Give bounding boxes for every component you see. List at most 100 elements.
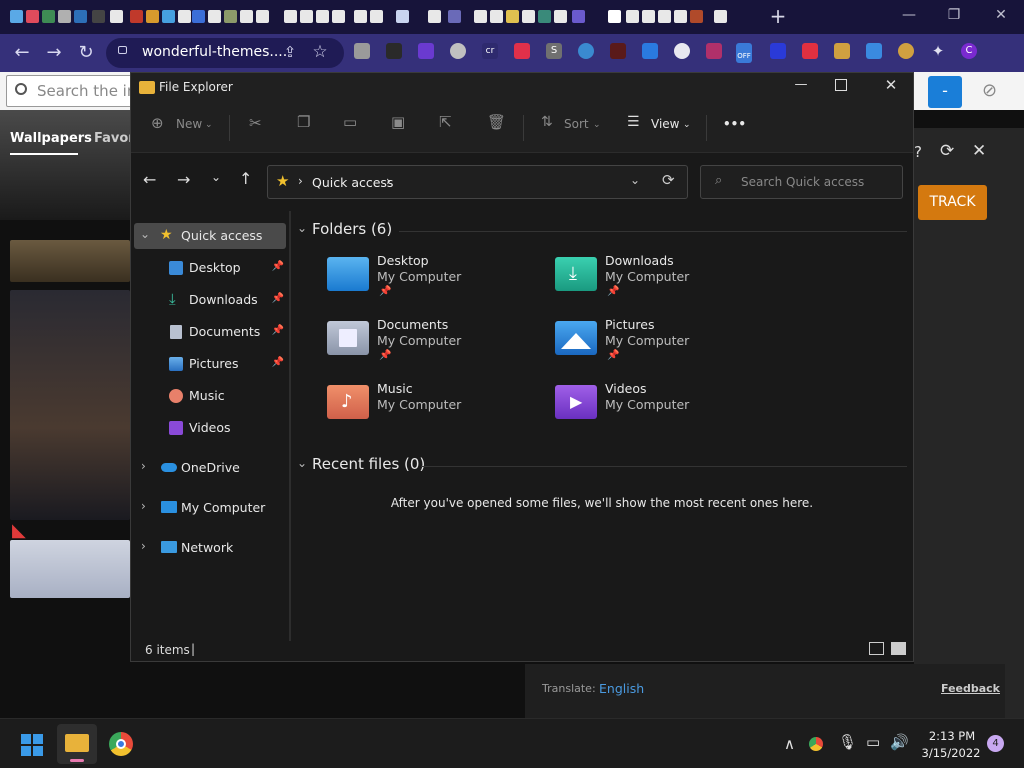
extension-icon-16[interactable]: [834, 43, 850, 59]
tab-favicon-27[interactable]: [490, 10, 503, 23]
folder-documents[interactable]: Documents My Computer 📌: [327, 317, 537, 369]
tab-favicon-24[interactable]: [428, 10, 441, 23]
volume-icon[interactable]: 🔊: [890, 733, 909, 751]
extension-icon-6[interactable]: [514, 43, 530, 59]
sort-chevron-icon[interactable]: ⌄: [593, 120, 601, 130]
nav-item-downloads[interactable]: ⤓ Downloads 📌: [131, 287, 289, 313]
tab-favicon-25[interactable]: [448, 10, 461, 23]
feedback-link[interactable]: Feedback: [941, 682, 1000, 695]
notification-badge[interactable]: 4: [987, 735, 1004, 752]
tab-favicon-12[interactable]: [192, 10, 205, 23]
bookmark-star-icon[interactable]: ☆: [306, 39, 334, 67]
view-icon[interactable]: ☰: [627, 114, 640, 130]
rename-icon[interactable]: ▣: [391, 113, 405, 131]
explorer-forward-icon[interactable]: →: [177, 170, 190, 189]
wallpaper-thumb-3[interactable]: [10, 540, 130, 598]
address-dropdown-icon[interactable]: ⌄: [630, 173, 640, 187]
extension-icon-9[interactable]: [610, 43, 626, 59]
tab-favicon-37[interactable]: [674, 10, 687, 23]
tab-favicon-22[interactable]: [370, 10, 383, 23]
extension-off-icon[interactable]: OFF: [736, 43, 752, 63]
nav-item-desktop[interactable]: Desktop 📌: [131, 255, 289, 281]
lock-icon[interactable]: [118, 46, 127, 54]
copy-icon[interactable]: ❐: [297, 113, 310, 131]
extensions-puzzle-icon[interactable]: ✦: [930, 43, 946, 59]
tab-favicon-21[interactable]: [354, 10, 367, 23]
tab-favicon-1[interactable]: [10, 10, 23, 23]
new-chevron-icon[interactable]: ⌄: [205, 120, 213, 130]
tab-favicon-8[interactable]: [130, 10, 143, 23]
pin-icon[interactable]: 📌: [272, 325, 284, 336]
reload-icon[interactable]: ↻: [72, 39, 100, 67]
tab-favicon-38[interactable]: [690, 10, 703, 23]
new-tab-button[interactable]: +: [768, 5, 788, 29]
sort-button[interactable]: Sort: [564, 117, 589, 131]
folder-downloads[interactable]: ⤓ Downloads My Computer 📌: [555, 253, 765, 305]
tab-favicon-6[interactable]: [92, 10, 105, 23]
nav-item-onedrive[interactable]: › OneDrive: [131, 455, 289, 481]
translate-language-link[interactable]: English: [599, 681, 644, 696]
minimize-button[interactable]: —: [897, 4, 921, 26]
more-options-button[interactable]: •••: [723, 117, 746, 131]
profile-avatar[interactable]: C: [961, 43, 977, 59]
share-file-icon[interactable]: ⇱: [439, 113, 452, 131]
pin-icon[interactable]: 📌: [272, 293, 284, 304]
chrome-taskbar-icon[interactable]: [109, 732, 133, 756]
wallpaper-thumb-2[interactable]: [10, 290, 130, 520]
extension-icon-1[interactable]: [354, 43, 370, 59]
tray-overflow-icon[interactable]: ∧: [784, 735, 795, 753]
recent-locations-chevron-icon[interactable]: ⌄: [211, 170, 221, 184]
pin-icon[interactable]: 📌: [272, 261, 284, 272]
tab-favicon-39[interactable]: [714, 10, 727, 23]
tab-favicon-15[interactable]: [240, 10, 253, 23]
expand-chevron-icon[interactable]: ›: [141, 499, 146, 513]
explorer-search-box[interactable]: ⌕ Search Quick access: [700, 165, 903, 199]
tab-favicon-20[interactable]: [332, 10, 345, 23]
restore-button[interactable]: ❐: [942, 4, 966, 26]
explorer-address-bar[interactable]: ★ › Quick access › ⌄ ⟳: [267, 165, 688, 199]
explorer-back-icon[interactable]: ←: [143, 170, 156, 189]
address-separator[interactable]: ›: [298, 174, 303, 188]
panel-close-icon[interactable]: ✕: [972, 141, 986, 161]
view-chevron-icon[interactable]: ⌄: [683, 120, 691, 130]
sort-icon[interactable]: ⇅: [541, 114, 553, 130]
tab-favicon-36[interactable]: [658, 10, 671, 23]
nav-item-my-computer[interactable]: › My Computer: [131, 495, 289, 521]
tiles-view-icon[interactable]: [891, 642, 906, 655]
start-windows-icon[interactable]: [21, 734, 43, 756]
tab-favicon-11[interactable]: [178, 10, 191, 23]
folders-collapse-icon[interactable]: ⌄: [297, 221, 307, 235]
extension-icon-11[interactable]: [674, 43, 690, 59]
tab-favicon-17[interactable]: [284, 10, 297, 23]
share-icon[interactable]: ⇪: [276, 39, 304, 67]
chrome-tray-icon[interactable]: [809, 737, 823, 751]
tab-favicon-19[interactable]: [316, 10, 329, 23]
delete-icon[interactable]: 🗑: [487, 113, 506, 131]
tab-favicon-7[interactable]: [110, 10, 123, 23]
file-explorer-taskbar-button[interactable]: [57, 724, 97, 764]
folder-desktop[interactable]: Desktop My Computer 📌: [327, 253, 537, 305]
new-button[interactable]: New: [176, 117, 202, 131]
extension-icon-10[interactable]: [642, 43, 658, 59]
view-button[interactable]: View: [651, 117, 679, 131]
explorer-minimize-button[interactable]: —: [791, 77, 811, 92]
nav-item-videos[interactable]: Videos: [131, 415, 289, 441]
folder-videos[interactable]: ▶ Videos My Computer: [555, 381, 765, 433]
cut-icon[interactable]: ✂: [249, 114, 262, 132]
explorer-maximize-button[interactable]: [835, 79, 847, 91]
tab-favicon-33[interactable]: [608, 10, 621, 23]
tab-favicon-34[interactable]: [626, 10, 639, 23]
network-status-icon[interactable]: ▭: [866, 733, 880, 751]
nav-quick-access[interactable]: ⌄ ★ Quick access: [134, 223, 286, 249]
tab-favicon-28[interactable]: [506, 10, 519, 23]
tab-favicon-30[interactable]: [538, 10, 551, 23]
tab-favicon-4[interactable]: [58, 10, 71, 23]
tab-favicon-32[interactable]: [572, 10, 585, 23]
extension-icon-18[interactable]: [898, 43, 914, 59]
microphone-icon[interactable]: 🎙: [838, 733, 857, 751]
quick-access-expand-icon[interactable]: ⌄: [140, 227, 150, 241]
extension-icon-7[interactable]: S: [546, 43, 562, 59]
address-location[interactable]: Quick access: [312, 175, 393, 190]
nav-item-pictures[interactable]: Pictures 📌: [131, 351, 289, 377]
address-separator-2[interactable]: ›: [386, 174, 391, 188]
